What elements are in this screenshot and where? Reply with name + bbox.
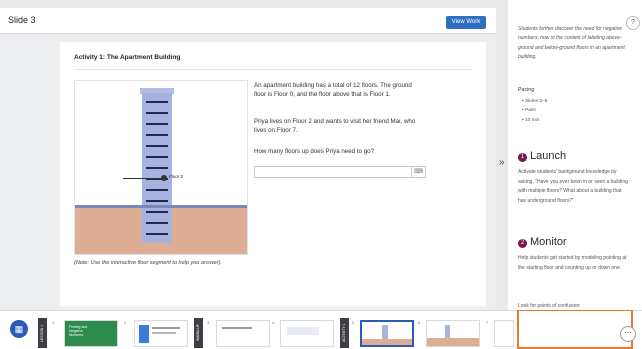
collapse-panel-icon[interactable]: »: [499, 157, 505, 168]
building-illustration[interactable]: Floor 2: [74, 80, 248, 255]
floor-line: [146, 233, 168, 235]
math-keyboard-icon[interactable]: ⌨: [411, 167, 425, 177]
panel-intro: Students further discover the need for n…: [518, 26, 625, 60]
thumbnail-number: 1: [52, 320, 55, 325]
answer-input[interactable]: ⌨: [254, 166, 426, 178]
monitor-more-text: Look for points of confusion:: [518, 303, 581, 309]
floor-line: [146, 112, 168, 114]
help-icon[interactable]: ?: [626, 16, 640, 30]
question-text: How many floors up does Priya need to go…: [254, 148, 375, 155]
floor-marker-handle[interactable]: [161, 175, 167, 181]
monitor-heading-text: Monitor: [530, 236, 567, 248]
floor-marker-label: Floor 2: [169, 174, 184, 179]
floor-line: [146, 222, 168, 224]
pacing-item: 10 min: [522, 116, 547, 125]
slide-canvas: Activity 1: The Apartment Building Floor…: [60, 42, 486, 306]
ground-level-line: [75, 205, 247, 208]
pacing-item: Pairs: [522, 106, 547, 115]
thumbnail-title: Finding and Negative Numbers: [69, 325, 88, 337]
title-divider: [74, 69, 472, 70]
thumbnail-slide-5-current[interactable]: [360, 320, 414, 347]
thumbnail-number: 6: [418, 320, 421, 325]
floor-line: [146, 145, 168, 147]
section-tab-warmup[interactable]: WARM-UP: [194, 318, 203, 348]
thumbnail-slide-7[interactable]: [494, 320, 514, 347]
thumbnail-slide-1[interactable]: Finding and Negative Numbers: [64, 320, 118, 347]
problem-paragraph-2: Priya lives on Floor 2 and wants to visi…: [254, 118, 416, 134]
monitor-heading: 2 Monitor: [518, 236, 567, 248]
floor-line: [146, 189, 168, 191]
slide-title: Slide 3: [8, 15, 36, 25]
thumbnail-number: 5: [352, 320, 355, 325]
thumbnail-number: 3: [207, 320, 210, 325]
thumbnail-number: 2: [124, 320, 127, 325]
pacing-heading: Pacing: [518, 87, 535, 93]
floor-line: [146, 134, 168, 136]
thumbnail-slide-3[interactable]: [216, 320, 270, 347]
monitor-text: Help students get started by modeling po…: [518, 255, 627, 271]
section-tab-lesson[interactable]: LESSON 1: [38, 318, 47, 348]
thumbnail-slide-6[interactable]: [426, 320, 480, 347]
slide-note: (Note: Use the interactive floor segment…: [74, 260, 222, 266]
step-number-badge: 1: [518, 153, 527, 162]
section-tab-activity[interactable]: ACTIVITY 1: [340, 318, 349, 348]
grid-view-button[interactable]: ▦: [10, 320, 28, 338]
floor-line: [146, 123, 168, 125]
floor-line: [146, 156, 168, 158]
floor-line: [146, 211, 168, 213]
floor-line: [146, 200, 168, 202]
thumbnail-slide-4[interactable]: [280, 320, 334, 347]
launch-heading: 1 Launch: [518, 150, 566, 162]
launch-text: Activate students' background knowledge …: [518, 169, 628, 204]
more-options-icon[interactable]: ⋯: [620, 326, 636, 342]
app-window: Slide 3 View Work Activity 1: The Apartm…: [0, 0, 642, 349]
pacing-item: Slides 3–5: [522, 97, 547, 106]
highlight-outline: [517, 309, 633, 349]
thumbnail-number: 7: [486, 320, 489, 325]
thumbnail-slide-2[interactable]: [134, 320, 188, 347]
teacher-notes-panel: Students further discover the need for n…: [508, 0, 642, 310]
launch-heading-text: Launch: [530, 150, 567, 162]
floor-marker-line[interactable]: [123, 178, 163, 179]
activity-title: Activity 1: The Apartment Building: [74, 54, 181, 61]
thumbnail-number: 4: [272, 320, 275, 325]
step-number-badge: 2: [518, 239, 527, 248]
slide-stage: Activity 1: The Apartment Building Floor…: [0, 34, 496, 310]
building-tower: [142, 93, 172, 243]
floor-line: [146, 101, 168, 103]
slide-header: Slide 3 View Work: [0, 8, 496, 34]
view-work-button[interactable]: View Work: [446, 16, 486, 29]
pacing-list: Slides 3–5 Pairs 10 min: [522, 97, 547, 125]
floor-line: [146, 167, 168, 169]
problem-paragraph-1: An apartment building has a total of 12 …: [254, 82, 412, 98]
